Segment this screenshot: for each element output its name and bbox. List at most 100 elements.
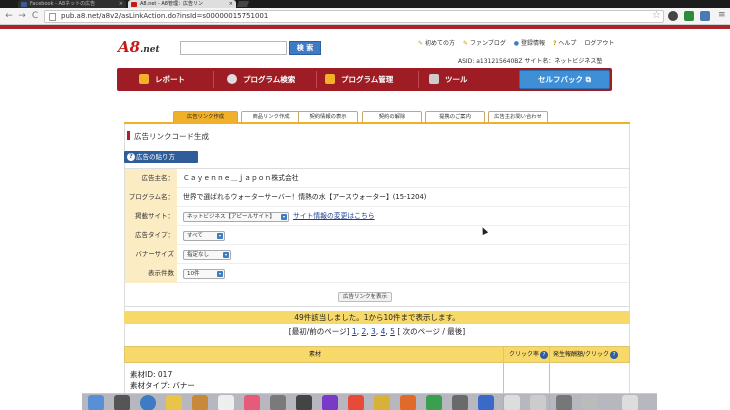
link-form: 広告主名： Ｃａｙｅｎｎｅ＿ｊａｐｏｎ株式会社 プログラム名： 世界で選ばれるウ… <box>124 168 630 307</box>
browser-menu-icon[interactable]: ≡ <box>718 10 726 20</box>
launchpad-icon[interactable] <box>114 395 130 410</box>
facebook-favicon-icon <box>21 1 27 7</box>
page-link[interactable]: 4 <box>381 327 386 336</box>
evernote-icon[interactable] <box>426 395 442 410</box>
form-row-advertiser: 広告主名： Ｃａｙｅｎｎｅ＿ｊａｐｏｎ株式会社 <box>125 169 629 188</box>
nav-tools[interactable]: ツール <box>429 68 468 91</box>
calendar-icon[interactable] <box>218 395 234 410</box>
ad-type-select[interactable]: すべて ▾ <box>183 231 225 241</box>
page-link[interactable]: 5 <box>390 327 395 336</box>
contacts-icon[interactable] <box>192 395 208 410</box>
link-first-time[interactable]: ✎ 初めての方 <box>418 40 455 47</box>
forward-button[interactable]: → <box>17 11 27 21</box>
tab-partnership-guide[interactable]: 提携のご案内 <box>425 111 485 122</box>
help-icon[interactable]: ? <box>610 351 619 359</box>
a8-logo[interactable]: A8.net <box>118 38 160 56</box>
notes-icon[interactable] <box>166 395 182 410</box>
material-id: 素材ID: 017 <box>130 370 173 379</box>
app-icon[interactable] <box>478 395 494 410</box>
self-back-button[interactable]: セルフバック ⧉ <box>519 70 610 89</box>
app-icon[interactable] <box>504 395 520 410</box>
help-icon[interactable]: ? <box>540 351 549 359</box>
nav-program-search[interactable]: プログラム検索 <box>227 68 295 91</box>
material-type: 素材タイプ: バナー <box>130 381 195 390</box>
pager-prev[interactable]: [最初/前のページ] <box>289 327 350 336</box>
url-field[interactable]: pub.a8.net/a8v2/asLinkAction.do?insId=s0… <box>44 10 664 23</box>
itunes-icon[interactable] <box>244 395 260 410</box>
top-red-bar <box>0 25 730 29</box>
pager-next[interactable]: [ 次のページ / 最後] <box>397 327 465 336</box>
site-select[interactable]: ネットビジネス【アピールサイト】 ▾ <box>183 212 289 222</box>
form-label: 表示件数 <box>125 264 177 283</box>
form-row-banner-size: バナーサイズ 指定なし ▾ <box>125 245 629 264</box>
extension-icon[interactable] <box>668 11 678 21</box>
advertiser-name: Ｃａｙｅｎｎｅ＿ｊａｐｏｎ株式会社 <box>183 174 299 182</box>
app-icon[interactable] <box>400 395 416 410</box>
col-reward-per-click: 発生報酬額/クリック? <box>553 347 619 362</box>
browser-tab-bar: Facebook - A8ネットの広告 × A8.net - A8管理：広告リン… <box>0 0 730 8</box>
nav-divider <box>213 71 214 88</box>
title-accent <box>127 131 130 140</box>
app-icon[interactable] <box>348 395 364 410</box>
address-toolbar: ← → C pub.a8.net/a8v2/asLinkAction.do?in… <box>0 8 730 25</box>
close-tab-icon[interactable]: × <box>119 0 123 8</box>
site-change-link[interactable]: サイト情報の変更はこちら <box>293 207 375 226</box>
settings-gear-icon[interactable] <box>270 395 286 410</box>
browser-tab-facebook[interactable]: Facebook - A8ネットの広告 × <box>18 0 126 8</box>
program-name: 世界で選ばれるウォーターサーバー！情熱の水【アースウォーター】(15-1204) <box>183 193 427 201</box>
app-icon[interactable] <box>374 395 390 410</box>
link-fan-blog[interactable]: ✎ ファンブログ <box>463 40 506 47</box>
link-help[interactable]: ? ヘルプ <box>553 40 577 47</box>
evernote-extension-icon[interactable] <box>684 11 694 21</box>
pagination: [最初/前のページ] 1, 2, 3, 4, 5 [ 次のページ / 最後] <box>288 327 466 336</box>
link-logout[interactable]: ログアウト <box>584 40 614 47</box>
bookmark-star-icon[interactable]: ☆ <box>652 10 661 21</box>
chevron-down-icon: ▾ <box>281 214 287 220</box>
banner-size-select[interactable]: 指定なし ▾ <box>183 250 231 260</box>
page-link[interactable]: 2 <box>361 327 366 336</box>
back-button[interactable]: ← <box>4 11 14 21</box>
app-icon[interactable] <box>296 395 312 410</box>
tab-label: A8.net - A8管理：広告リン <box>140 1 203 7</box>
safari-icon[interactable] <box>140 395 156 410</box>
close-tab-icon[interactable]: × <box>229 0 233 8</box>
form-label: 広告タイプ： <box>125 226 177 245</box>
reload-button[interactable]: C <box>30 11 40 21</box>
tab-ad-link-create[interactable]: 広告リンク作成 <box>173 111 238 122</box>
browser-tab-a8[interactable]: A8.net - A8管理：広告リン × <box>128 0 236 8</box>
tab-advertiser-contact[interactable]: 広告主お問い合わせ <box>488 111 548 122</box>
sub-tabs: 広告リンク作成 商品リンク作成 契約情報の表示 契約の解除 提携のご案内 広告主… <box>173 111 553 122</box>
show-ad-link-button[interactable]: 広告リンクを表示 <box>338 292 392 302</box>
nav-report[interactable]: レポート <box>139 68 185 91</box>
how-to-paste-button[interactable]: ? 広告の貼り方 <box>124 151 198 163</box>
extension-download-icon[interactable] <box>700 11 710 21</box>
nav-program-management[interactable]: プログラム管理 <box>325 68 393 91</box>
imovie-star-icon[interactable] <box>322 395 338 410</box>
asid-info: ASID: a13121564​0BZ サイト名：ネットビジネス塾 <box>458 58 603 65</box>
page-title: 広告リンクコード生成 <box>134 132 209 141</box>
nav-divider <box>316 71 317 88</box>
page-link[interactable]: 3 <box>371 327 376 336</box>
wrench-icon <box>429 74 439 84</box>
app-icon[interactable] <box>556 395 572 410</box>
app-icon[interactable] <box>530 395 546 410</box>
header-links: ✎ 初めての方 ✎ ファンブログ ● 登録情報 ? ヘルプ ログアウト <box>418 38 620 47</box>
new-tab-button[interactable] <box>236 1 250 7</box>
folder-icon <box>325 74 335 84</box>
app-icon[interactable] <box>582 395 598 410</box>
link-registration-info[interactable]: ● 登録情報 <box>514 40 545 47</box>
page-link[interactable]: 1 <box>352 327 357 336</box>
col-click-rate: クリック率? <box>509 347 549 362</box>
page-icon <box>49 13 56 21</box>
form-row-ad-type: 広告タイプ： すべて ▾ <box>125 226 629 245</box>
tab-contract-info[interactable]: 契約情報の表示 <box>298 111 358 122</box>
tab-contract-cancel[interactable]: 契約の解除 <box>362 111 422 122</box>
trash-icon[interactable] <box>622 395 638 410</box>
app-icon[interactable] <box>452 395 468 410</box>
macos-dock <box>82 393 657 410</box>
display-count-select[interactable]: 10件 ▾ <box>183 269 225 279</box>
search-input[interactable] <box>180 41 287 55</box>
search-button[interactable]: 検 索 <box>289 41 321 55</box>
tab-product-link-create[interactable]: 商品リンク作成 <box>241 111 301 122</box>
finder-icon[interactable] <box>88 395 104 410</box>
